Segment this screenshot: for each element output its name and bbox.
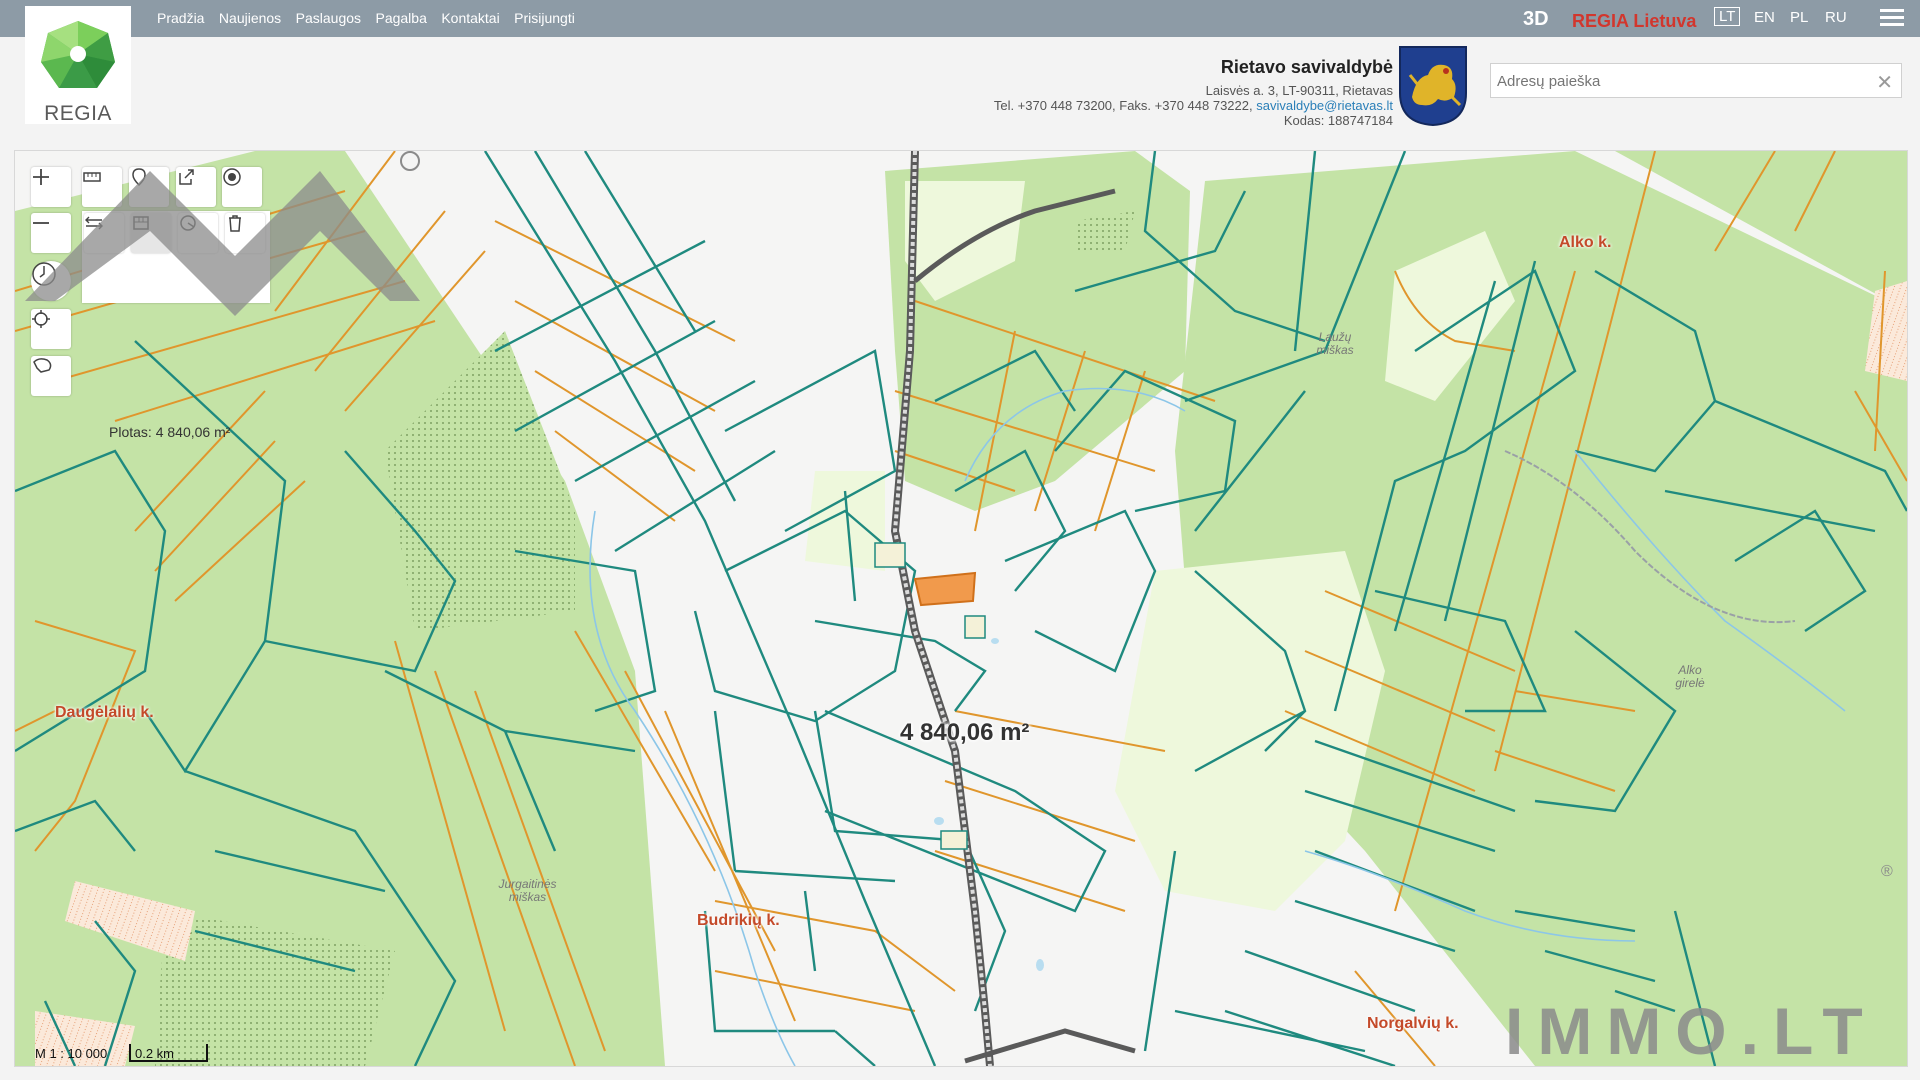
- place-name-daugelaliu: Daugėlalių k.: [55, 704, 154, 721]
- nav-item-prisijungti[interactable]: Prisijungti: [514, 10, 575, 26]
- lang-pl[interactable]: PL: [1790, 9, 1808, 26]
- place-name-budrikiu: Budrikių k.: [697, 912, 780, 929]
- municipality-email-link[interactable]: savivaldybe@rietavas.lt: [1256, 98, 1393, 113]
- regia-logo-icon: [41, 21, 115, 88]
- main-nav: Pradžia Naujienos Paslaugos Pagalba Kont…: [157, 10, 585, 28]
- immo-watermark: [25, 151, 420, 316]
- regia-lietuva-link[interactable]: REGIA Lietuva: [1572, 11, 1696, 32]
- municipality-contacts: Tel. +370 448 73200, Faks. +370 448 7322…: [993, 98, 1253, 113]
- clear-search-icon[interactable]: ✕: [1876, 70, 1893, 95]
- municipality-contacts-line: Tel. +370 448 73200, Faks. +370 448 7322…: [994, 98, 1393, 113]
- nav-item-paslaugos[interactable]: Paslaugos: [296, 10, 361, 26]
- nav-item-kontaktai[interactable]: Kontaktai: [441, 10, 499, 26]
- scale-distance: 0.2 km: [135, 1046, 175, 1061]
- menu-icon[interactable]: [1880, 9, 1904, 29]
- place-name-norgalviu: Norgalvių k.: [1367, 1015, 1459, 1032]
- lang-en[interactable]: EN: [1754, 9, 1775, 26]
- measurement-label: 4 840,06 m²: [900, 719, 1030, 746]
- municipality-address: Laisvės a. 3, LT-90311, Rietavas: [1205, 83, 1393, 98]
- regia-logo[interactable]: REGIA: [25, 6, 131, 125]
- ponds: [934, 638, 1044, 971]
- measured-parcel[interactable]: [913, 571, 977, 607]
- lang-ru[interactable]: RU: [1825, 9, 1847, 26]
- coat-of-arms-icon: [1399, 46, 1467, 127]
- municipality-code: Kodas: 188747184: [1283, 113, 1393, 128]
- lasso-button[interactable]: [31, 356, 71, 396]
- top-bar: Pradžia Naujienos Paslaugos Pagalba Kont…: [0, 0, 1920, 37]
- scale-bar: M 1 : 10 000 0.2 km: [17, 1044, 247, 1064]
- address-search[interactable]: ✕: [1490, 63, 1902, 99]
- nav-item-pagalba[interactable]: Pagalba: [375, 10, 426, 26]
- map-canvas[interactable]: Alko k. Daugėlalių k. Budrikių k. Norgal…: [14, 150, 1908, 1067]
- watermark-text: IMMO.LT: [1505, 994, 1877, 1067]
- nav-item-pradzia[interactable]: Pradžia: [157, 10, 204, 26]
- municipality-name: Rietavo savivaldybė: [1220, 57, 1393, 77]
- area-label: Plotas: 4 840,06 m²: [109, 424, 231, 440]
- nav-item-naujienos[interactable]: Naujienos: [219, 10, 281, 26]
- lang-lt[interactable]: LT: [1714, 7, 1741, 26]
- logo-text: REGIA: [44, 102, 112, 125]
- search-input[interactable]: [1491, 64, 1859, 99]
- forest-name-jurgaitines: Jurgaitinės miškas: [498, 877, 557, 904]
- place-name-alko: Alko k.: [1559, 234, 1612, 251]
- registered-mark: ®: [1881, 863, 1893, 880]
- 3d-toggle[interactable]: 3D: [1523, 8, 1549, 31]
- municipality-info: Rietavo savivaldybė Laisvės a. 3, LT-903…: [994, 57, 1393, 128]
- forest-name-lauzu: Laužų miškas: [1316, 330, 1354, 357]
- scale-ratio: M 1 : 10 000: [35, 1046, 108, 1061]
- forest-name-alko: Alko girelė: [1675, 663, 1705, 690]
